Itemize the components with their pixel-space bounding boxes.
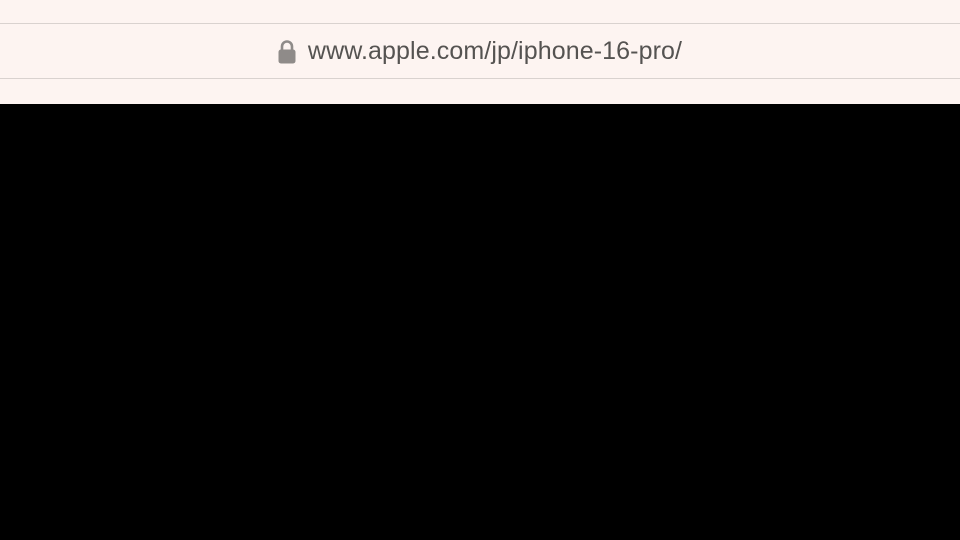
page-content[interactable] <box>0 104 960 540</box>
url-text: www.apple.com/jp/iphone-16-pro/ <box>307 36 683 65</box>
tab-strip <box>0 0 960 24</box>
lock-icon <box>278 39 296 64</box>
browser-chrome: www.apple.com/jp/iphone-16-pro/ <box>0 0 960 104</box>
address-bar[interactable]: www.apple.com/jp/iphone-16-pro/ <box>0 24 960 79</box>
